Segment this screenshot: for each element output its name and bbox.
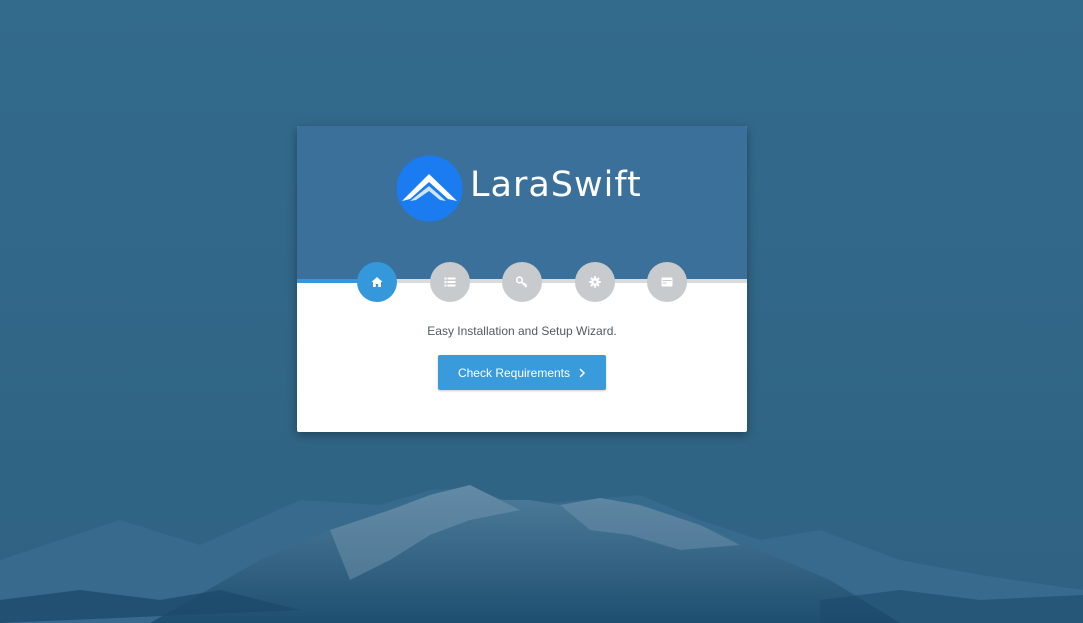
laraswift-logo-icon: [396, 155, 463, 222]
check-requirements-button[interactable]: Check Requirements: [438, 355, 606, 390]
step-requirements[interactable]: [430, 262, 470, 302]
brand-name: LaraSwift: [470, 165, 642, 205]
step-finish[interactable]: [647, 262, 687, 302]
home-icon: [371, 277, 383, 287]
server-icon: [661, 277, 673, 287]
chevron-right-icon: [579, 367, 586, 378]
card-header: LaraSwift: [297, 126, 747, 281]
setup-wizard-card: LaraSwift Easy Installation and Setup Wi…: [297, 126, 747, 432]
check-requirements-label: Check Requirements: [457, 365, 571, 380]
step-welcome[interactable]: [357, 262, 397, 302]
wizard-subtitle: Easy Installation and Setup Wizard.: [427, 324, 617, 338]
step-environment[interactable]: [575, 262, 615, 302]
gear-icon: [589, 276, 601, 288]
list-icon: [444, 277, 456, 287]
key-icon: [516, 276, 528, 288]
brand-logo: LaraSwift: [396, 155, 656, 225]
step-permissions[interactable]: [502, 262, 542, 302]
